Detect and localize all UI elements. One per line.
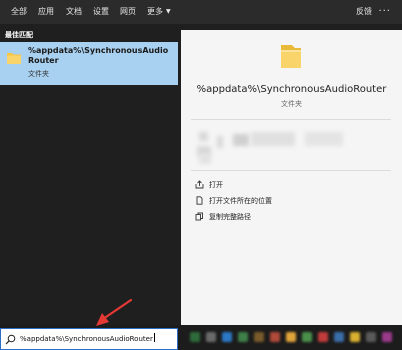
result-type: 文件夹	[28, 70, 49, 78]
taskbar-app-icon[interactable]	[318, 332, 328, 342]
taskbar-app-icon[interactable]	[222, 332, 232, 342]
taskbar-app-icon[interactable]	[334, 332, 344, 342]
taskbar-app-icon[interactable]	[206, 332, 216, 342]
preview-pane: %appdata%\SynchronousAudioRouter 文件夹 打开 …	[181, 30, 402, 325]
taskbar-app-icon[interactable]	[190, 332, 200, 342]
tab-apps[interactable]: 应用	[38, 5, 54, 19]
folder-icon	[281, 45, 301, 68]
taskbar-app-icon[interactable]	[366, 332, 376, 342]
results-pane: 最佳匹配 %appdata%\SynchronousAudioRouter 文件…	[0, 24, 178, 325]
open-folder-icon	[195, 180, 204, 189]
action-open-label: 打开	[209, 181, 223, 189]
tab-more[interactable]: 更多 ▼	[147, 5, 171, 19]
taskbar-app-icon[interactable]	[302, 332, 312, 342]
tab-documents[interactable]: 文档	[66, 5, 82, 19]
search-input[interactable]: %appdata%\SynchronousAudioRouter	[0, 328, 178, 350]
tab-all[interactable]: 全部	[11, 5, 27, 19]
tab-web[interactable]: 网页	[120, 5, 136, 19]
search-icon	[5, 334, 16, 345]
taskbar-app-icon[interactable]	[350, 332, 360, 342]
search-filter-bar: 全部 应用 文档 设置 网页 更多 ▼ 反馈 ···	[0, 0, 402, 24]
action-copy-full-path-label: 复制完整路径	[209, 213, 251, 221]
taskbar-app-icon[interactable]	[254, 332, 264, 342]
taskbar-app-icon[interactable]	[238, 332, 248, 342]
preview-title: %appdata%\SynchronousAudioRouter	[196, 84, 387, 95]
text-caret	[153, 333, 155, 342]
taskbar: %appdata%\SynchronousAudioRouter	[0, 325, 402, 350]
tab-more-label: 更多	[147, 7, 163, 16]
search-query: %appdata%\SynchronousAudioRouter	[20, 335, 153, 343]
best-match-result[interactable]: %appdata%\SynchronousAudioRouter 文件夹	[0, 42, 178, 85]
divider	[191, 119, 391, 120]
section-title-best-match: 最佳匹配	[5, 31, 33, 39]
chevron-down-icon: ▼	[166, 8, 171, 15]
divider	[191, 170, 391, 171]
taskbar-app-icon[interactable]	[270, 332, 280, 342]
taskbar-app-icon[interactable]	[286, 332, 296, 342]
tab-settings[interactable]: 设置	[93, 5, 109, 19]
preview-subtitle: 文件夹	[281, 100, 302, 108]
folder-icon	[7, 53, 21, 64]
result-name: %appdata%\SynchronousAudioRouter	[28, 46, 169, 65]
file-location-icon	[196, 196, 203, 205]
taskbar-app-icon[interactable]	[382, 332, 392, 342]
ellipsis-icon[interactable]: ···	[378, 5, 391, 19]
feedback-button[interactable]: 反馈	[356, 5, 372, 19]
copy-icon	[195, 212, 203, 221]
action-open-file-location-label: 打开文件所在的位置	[209, 197, 272, 205]
